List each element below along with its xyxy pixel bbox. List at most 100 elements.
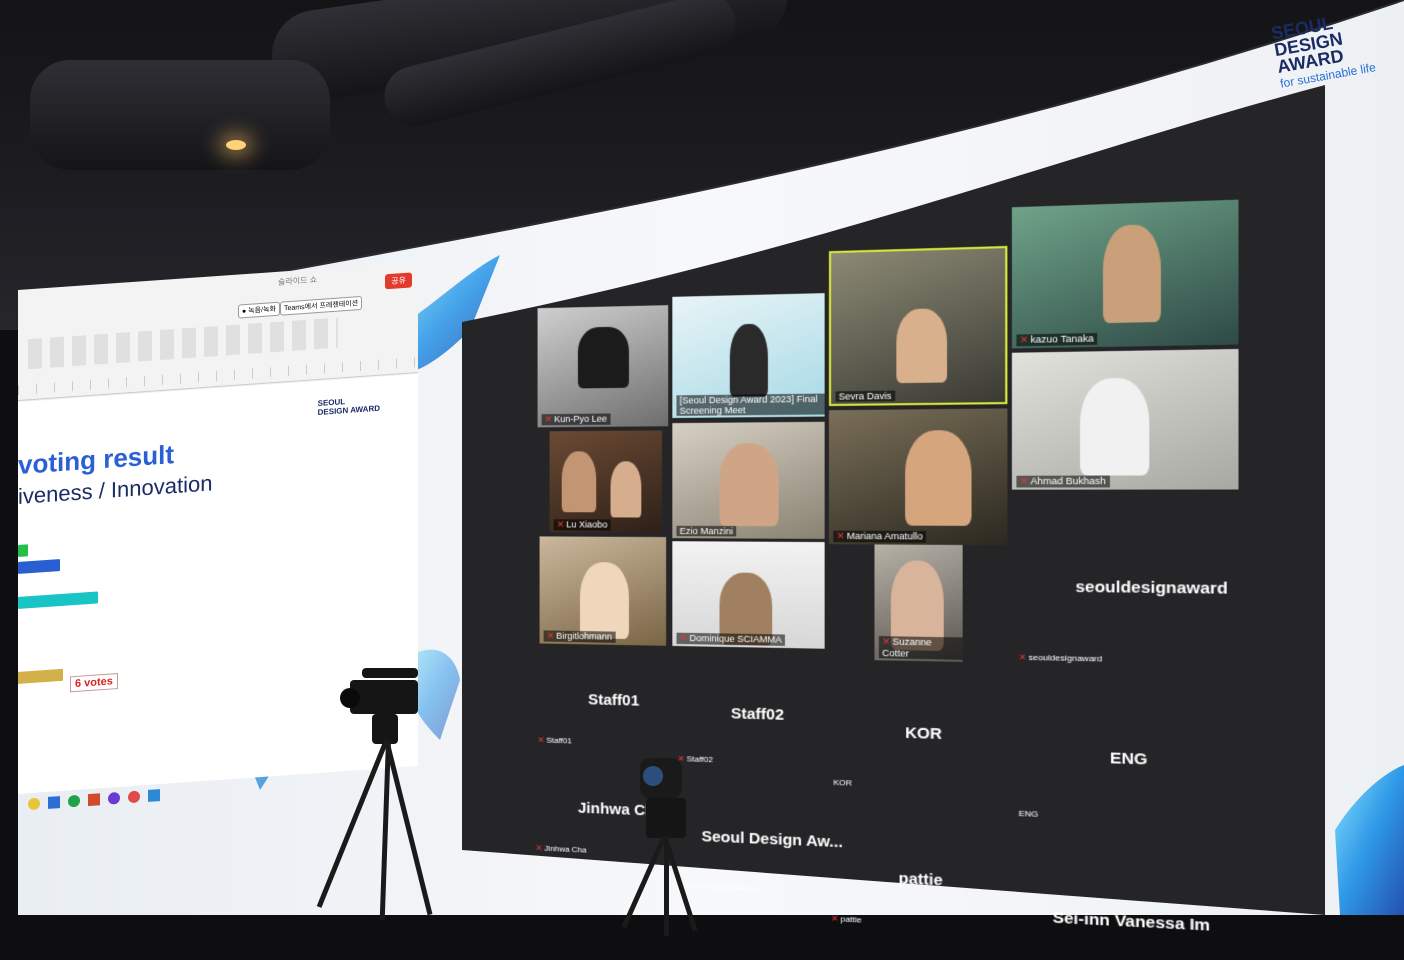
mic-muted-icon: ✕ [836,530,845,542]
participant-name-text: kazuo Tanaka [1030,333,1094,345]
participant-name-text: Lu Xiaobo [566,519,608,530]
avatar [1080,377,1150,476]
name-tile-caption: ✕ pattie [831,914,862,925]
taskbar-icon[interactable] [108,791,120,805]
taskbar-icon[interactable] [128,790,140,804]
presentation-window: 슬라이드 쇼 ● 녹음/녹화 Teams에서 프레젠테이션 공유 SEOUL D… [18,262,418,811]
window-title: 슬라이드 쇼 [278,275,318,287]
tripod-head [646,798,686,838]
taskbar-icon[interactable] [68,794,80,808]
mic-muted-icon: ✕ [544,414,553,425]
participant-name-text: Kun-Pyo Lee [554,413,608,425]
video-tile[interactable]: ✕ Kun-Pyo Lee [537,305,669,428]
participant-name: ✕ Ahmad Bukhash [1016,475,1110,488]
video-tile[interactable]: Ezio Manzini [672,421,825,539]
mic-muted-icon: ✕ [1019,334,1029,346]
name-tile-label: pattie [898,869,943,890]
share-badge[interactable]: 공유 [385,272,412,290]
name-tile-label: Staff01 [588,691,640,710]
camcorder-lens [340,688,360,708]
video-tile[interactable]: [Seoul Design Award 2023] Final Screenin… [672,293,825,418]
video-tile[interactable]: ✕ Suzanne Cotter [874,544,963,662]
name-tile-caption: ✕ Jinhwa Cha [536,843,587,854]
participant-name: ✕ kazuo Tanaka [1016,332,1098,347]
mic-muted-icon: ✕ [679,632,688,644]
votes-label[interactable]: 6 votes [70,673,118,693]
participant-name-text: Sevra Davis [838,390,892,402]
name-tile-caption-text: ENG [1018,808,1039,819]
participant-name: ✕ Kun-Pyo Lee [541,413,611,426]
name-tile-caption: ✕ Staff01 [538,735,572,745]
video-tile-active-speaker[interactable]: Sevra Davis [828,245,1008,407]
taskbar-icon[interactable] [28,797,40,811]
video-tile[interactable]: ✕ Lu Xiaobo [549,430,662,533]
name-tile-caption: ✕ seouldesignaward [1019,652,1102,663]
mic-muted-icon: ✕ [546,630,555,641]
participant-name-text: Birgitlohmann [556,630,613,642]
video-tile[interactable]: ✕ Ahmad Bukhash [1011,348,1239,490]
vote-bar [18,544,28,557]
avatar [1102,224,1161,324]
camcorder-body [350,680,418,714]
name-tile-label: KOR [905,724,942,744]
avatar [579,561,629,640]
participant-name: ✕ Birgitlohmann [543,630,616,643]
name-tile-caption-text: pattie [840,914,862,925]
name-tile-caption: KOR [833,778,852,788]
record-button[interactable]: ● 녹음/녹화 [238,301,280,319]
name-tile-caption-text: Staff01 [546,735,572,746]
mic-muted-icon: ✕ [1018,652,1027,663]
participant-name: ✕ Mariana Amatullo [833,530,927,543]
participant-name-text: Mariana Amatullo [846,530,923,542]
name-tile-caption: ENG [1019,809,1039,819]
mic-muted-icon: ✕ [1019,475,1029,487]
video-tile[interactable]: ✕ kazuo Tanaka [1011,199,1239,349]
avatar [577,326,629,389]
led-wall: 슬라이드 쇼 ● 녹음/녹화 Teams에서 프레젠테이션 공유 SEOUL D… [0,0,1404,935]
participant-name-text: [Seoul Design Award 2023] Final Screenin… [679,393,818,416]
taskbar-icon[interactable] [148,789,160,802]
name-tile-caption-text: Staff02 [686,754,713,765]
name-tile-caption: ✕ Staff02 [678,754,713,764]
ptz-camera-lens [643,766,663,786]
participant-name: ✕ Lu Xiaobo [553,519,611,531]
zoom-gallery: ✕ Kun-Pyo Lee [Seoul Design Award 2023] F… [460,30,1404,960]
participant-name: [Seoul Design Award 2023] Final Screenin… [676,393,825,416]
name-tile-label: Staff02 [730,704,784,724]
avatar [729,323,768,397]
name-tile-caption-text: Jinhwa Cha [544,843,587,855]
mic-muted-icon: ✕ [831,913,839,924]
participant-name: ✕ Suzanne Cotter [878,636,963,660]
avatar [905,430,972,526]
participant-name-text: Dominique SCIAMMA [689,632,782,645]
avatar [610,461,642,518]
avatar [719,442,779,527]
participant-name-text: Ezio Manzini [679,525,734,537]
slide-canvas [18,374,418,794]
avatar [896,308,948,384]
video-tile[interactable]: ✕ Birgitlohmann [539,536,667,646]
name-tile-label: seouldesignaward [1075,577,1228,599]
taskbar-icon[interactable] [48,796,60,809]
name-tile-label: Seoul Design Aw... [701,827,843,852]
name-tile-caption: Seoul Design Award [683,881,759,894]
name-tile-caption-text: Seoul Design Award [682,880,759,894]
ribbon-tools [28,317,338,370]
name-tile-label: ENG [1109,749,1148,769]
name-tile-label: Sei-inn Vanessa Im [1052,908,1211,935]
video-tile[interactable]: ✕ Mariana Amatullo [828,408,1008,546]
mic-muted-icon: ✕ [556,519,565,530]
participant-name: ✕ Dominique SCIAMMA [676,632,786,646]
mic-muted-icon: ✕ [537,735,545,745]
taskbar-icon[interactable] [88,793,100,807]
teams-share-button[interactable]: Teams에서 프레젠테이션 [280,295,363,316]
participant-name: Sevra Davis [835,390,895,402]
video-tile[interactable]: ✕ Dominique SCIAMMA [672,541,825,649]
name-tile-caption-text: KOR [833,777,853,788]
avatar [561,451,597,513]
mic-muted-icon: ✕ [882,636,891,647]
participant-name-text: Ahmad Bukhash [1030,475,1106,487]
participant-name: Ezio Manzini [676,525,737,537]
mic-muted-icon: ✕ [535,843,543,853]
camcorder-handle [362,668,418,678]
